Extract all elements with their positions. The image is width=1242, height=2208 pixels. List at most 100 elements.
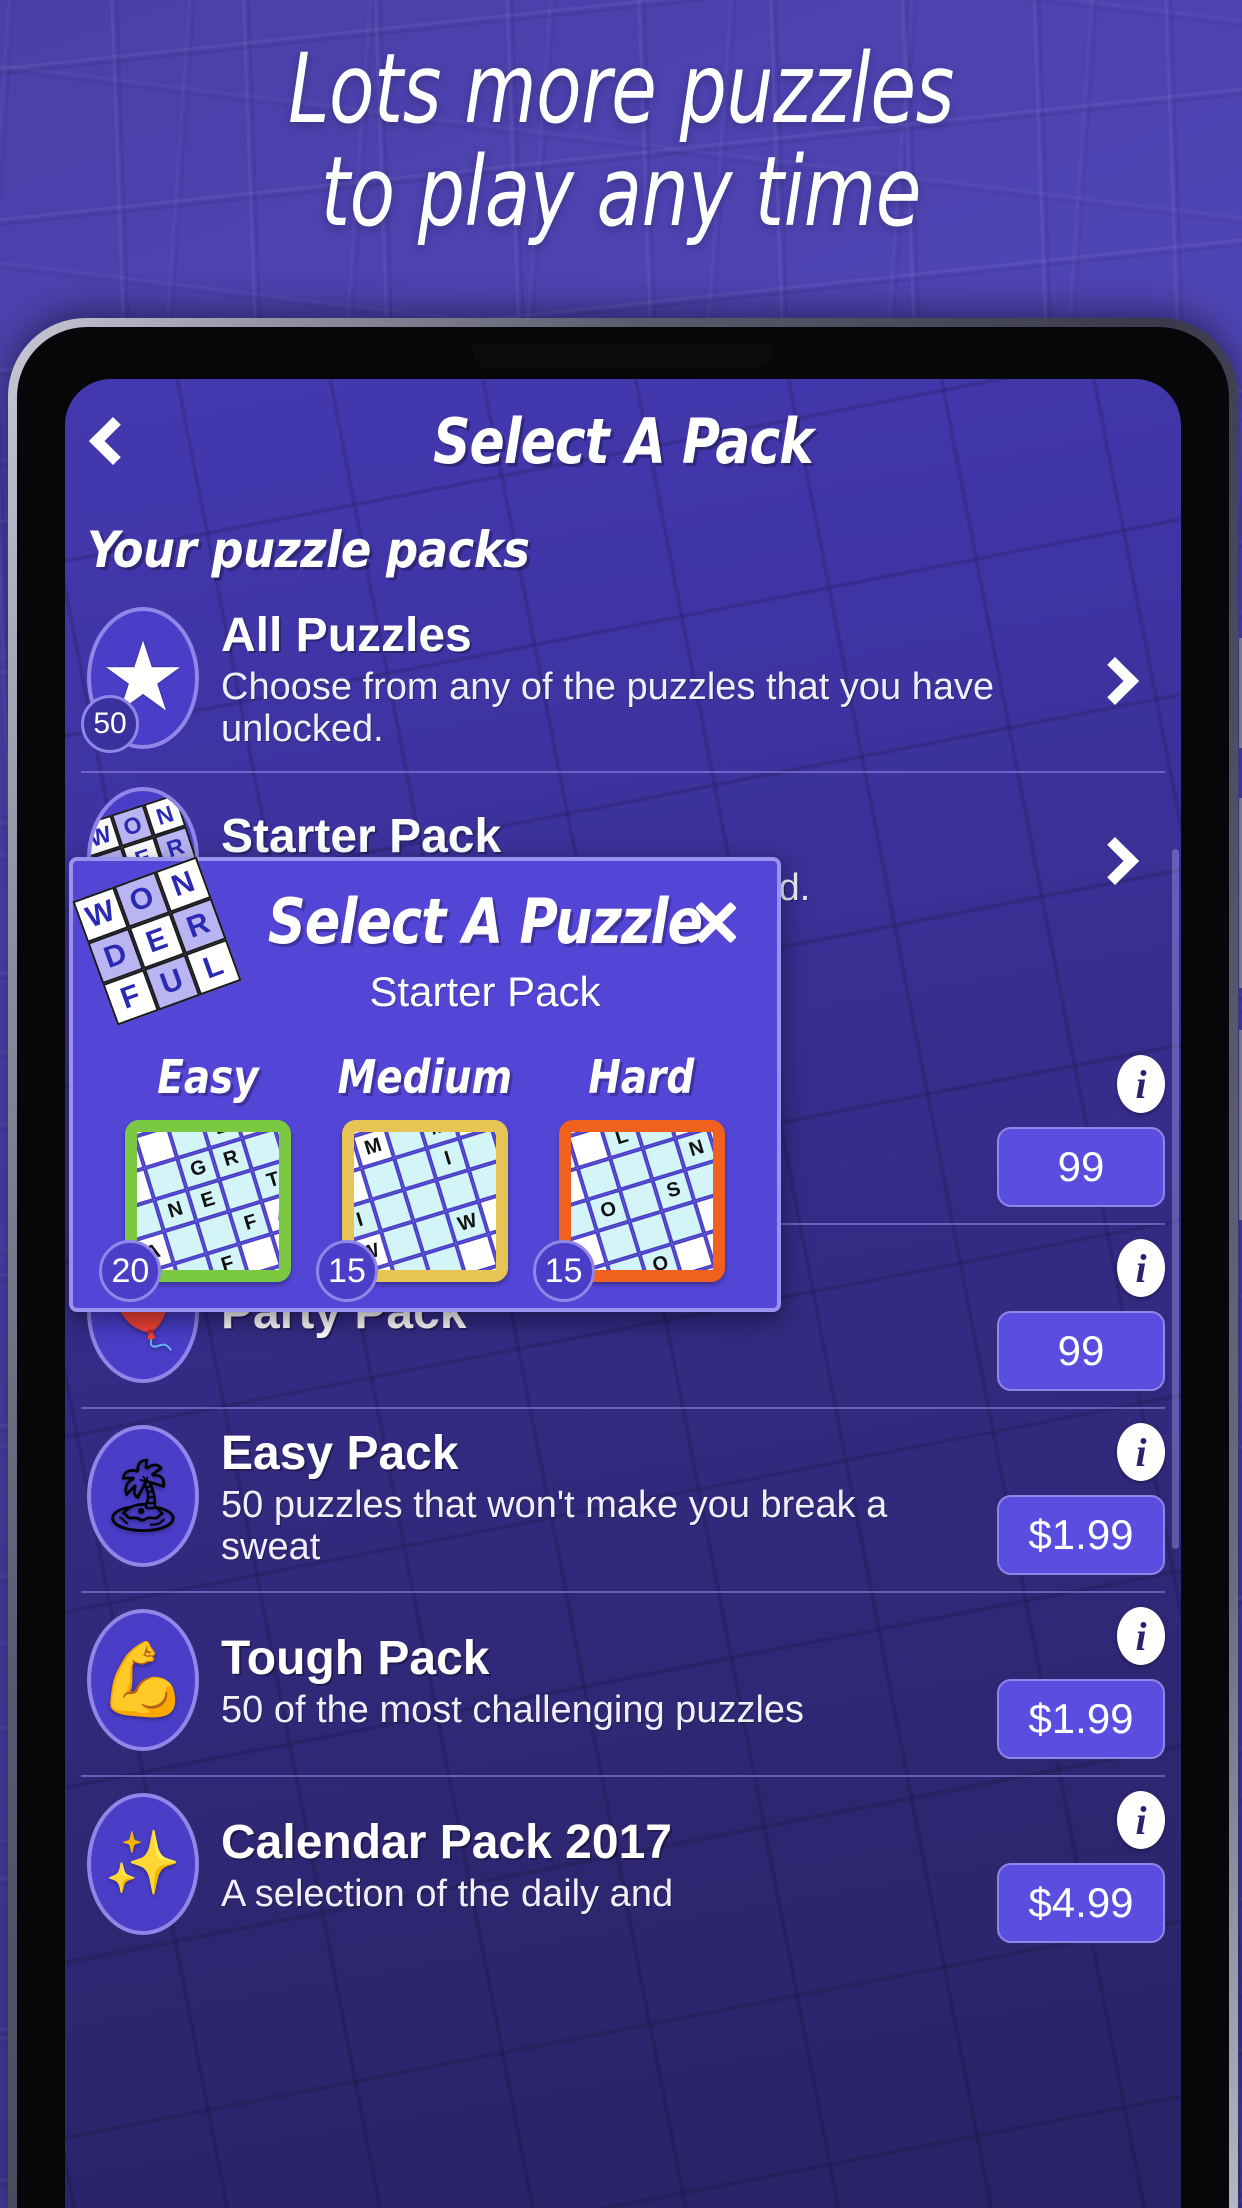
pack-action-col: i 99: [989, 1239, 1165, 1391]
difficulty-label: Easy: [157, 1050, 260, 1104]
promo-headline: Lots more puzzles to play any time: [0, 38, 1242, 243]
pack-icon-wrap: ✨: [81, 1793, 205, 1941]
difficulty-option-easy[interactable]: Easy NEGRNETATAFAAFA 20: [99, 1050, 292, 1302]
drill-sergeant-icon: 💪: [87, 1609, 199, 1751]
dialog-subtitle: Starter Pack: [369, 968, 601, 1015]
difficulty-thumb-wrap: MMIIIWWW 15: [315, 1120, 508, 1302]
puzzle-cell: [699, 1120, 725, 1129]
pack-action-col: i $4.99: [989, 1791, 1165, 1943]
pack-icon-wrap: ★ 50: [81, 607, 205, 755]
info-icon[interactable]: i: [1117, 1055, 1165, 1113]
puzzle-cell: [281, 1255, 291, 1282]
pack-description: 50 of the most challenging puzzles: [221, 1689, 805, 1732]
promo-screenshot: Lots more puzzles to play any time Selec…: [0, 0, 1242, 2208]
pack-row-calendar-pack-2017[interactable]: ✨ Calendar Pack 2017 A selection of the …: [81, 1775, 1165, 1959]
phone-mockup: Select A Pack Your puzzle packs ★ 50 All…: [8, 318, 1242, 2208]
difficulty-count-badge: 20: [99, 1240, 162, 1302]
calendar-art: ✨: [104, 1829, 182, 1898]
pack-row-all-puzzles[interactable]: ★ 50 All Puzzles Choose from any of the …: [81, 593, 1165, 771]
pack-title: Calendar Pack 2017: [221, 1816, 672, 1870]
chevron-right-icon: [1090, 836, 1140, 886]
pack-icon-wrap: 🏝: [81, 1425, 205, 1573]
pack-title: Tough Pack: [221, 1632, 490, 1686]
info-icon[interactable]: i: [1117, 1607, 1165, 1665]
drill-sergeant-art: 💪: [98, 1640, 188, 1720]
pack-chevron-col[interactable]: [1065, 836, 1165, 886]
puzzle-cell: [591, 1120, 633, 1127]
difficulty-label: Medium: [337, 1050, 513, 1104]
info-icon[interactable]: i: [1117, 1791, 1165, 1849]
back-button[interactable]: [65, 379, 161, 503]
difficulty-option-hard[interactable]: Hard NALNNOSTTON 15: [532, 1050, 725, 1302]
puzzle-cell: W: [502, 1150, 508, 1192]
pack-chevron-col[interactable]: [1065, 656, 1165, 706]
puzzle-cell: [216, 1275, 258, 1282]
island-art: 🏝: [97, 1456, 189, 1536]
close-button[interactable]: [679, 885, 753, 959]
pack-description: Choose from any of the puzzles that you …: [221, 665, 995, 751]
info-icon[interactable]: i: [1117, 1239, 1165, 1297]
puzzle-cell: [482, 1120, 508, 1129]
pack-description: 50 puzzles that won't make you break a s…: [221, 1483, 888, 1569]
pack-count-badge: 50: [81, 695, 139, 753]
info-icon[interactable]: i: [1117, 1423, 1165, 1481]
puzzle-cell: A: [285, 1150, 291, 1192]
pack-action-col: i $1.99: [989, 1423, 1165, 1575]
price-button[interactable]: $1.99: [997, 1495, 1165, 1575]
pack-icon-wrap: 💪: [81, 1609, 205, 1757]
puzzle-cell: [498, 1255, 508, 1282]
pack-action-col: i 99: [989, 1055, 1165, 1207]
headline-line-2: to play any time: [320, 135, 922, 248]
price-button[interactable]: $4.99: [997, 1863, 1165, 1943]
difficulty-options: Easy NEGRNETATAFAAFA 20 Medium: [97, 1050, 753, 1302]
pack-action-col: i $1.99: [989, 1607, 1165, 1759]
headline-line-1: Lots more puzzles: [288, 33, 954, 145]
select-a-puzzle-dialog: W O N D E R F U L Select A Puzzle Starte…: [69, 856, 781, 1312]
app-screen: Select A Pack Your puzzle packs ★ 50 All…: [65, 379, 1181, 2208]
pack-text: Calendar Pack 2017 A selection of the da…: [221, 1816, 989, 1916]
puzzle-cell: [158, 1120, 200, 1127]
phone-bezel: Select A Pack Your puzzle packs ★ 50 All…: [17, 327, 1229, 2208]
difficulty-label: Hard: [588, 1050, 695, 1104]
pack-title: Easy Pack: [221, 1427, 459, 1481]
pack-text: Tough Pack 50 of the most challenging pu…: [221, 1632, 989, 1732]
puzzle-cell: [125, 1120, 135, 1147]
pack-title: Starter Pack: [221, 810, 502, 864]
puzzle-cell: [433, 1275, 475, 1282]
dialog-header: W O N D E R F U L Select A Puzzle Starte…: [72, 856, 753, 1026]
section-heading-owned: Your puzzle packs: [87, 521, 530, 579]
difficulty-count-badge: 15: [532, 1240, 595, 1302]
page-title: Select A Pack: [433, 404, 814, 478]
puzzle-cell: [375, 1120, 417, 1127]
pack-text: All Puzzles Choose from any of the puzzl…: [221, 609, 1065, 751]
close-icon: [691, 897, 741, 947]
difficulty-thumb-wrap: NEGRNETATAFAAFA 20: [99, 1120, 292, 1302]
puzzle-cell: [266, 1120, 292, 1129]
app-header: Select A Pack: [65, 379, 1181, 503]
chevron-right-icon: [1090, 656, 1140, 706]
puzzle-cell: [715, 1255, 725, 1282]
pack-row-tough-pack[interactable]: 💪 Tough Pack 50 of the most challenging …: [81, 1591, 1165, 1775]
pack-text: Easy Pack 50 puzzles that won't make you…: [221, 1427, 989, 1569]
phone-notch: [473, 343, 773, 369]
pack-row-easy-pack[interactable]: 🏝 Easy Pack 50 puzzles that won't make y…: [81, 1407, 1165, 1591]
difficulty-thumb-wrap: NALNNOSTTON 15: [532, 1120, 725, 1302]
chevron-left-icon: [88, 416, 138, 466]
pack-description: A selection of the daily and: [221, 1873, 674, 1916]
difficulty-count-badge: 15: [315, 1240, 378, 1302]
wonderful-grid-icon: W O N D E R F U L: [72, 856, 242, 1026]
scrollbar[interactable]: [1172, 849, 1179, 1549]
difficulty-option-medium[interactable]: Medium MMIIIWWW 15: [315, 1050, 518, 1302]
price-button[interactable]: 99: [997, 1311, 1165, 1391]
calendar-2017-icon: ✨: [87, 1793, 199, 1935]
price-button[interactable]: 99: [997, 1127, 1165, 1207]
puzzle-cell: [649, 1275, 691, 1282]
island-icon: 🏝: [87, 1425, 199, 1567]
dialog-title-col: Select A Puzzle Starter Pack: [217, 879, 753, 1016]
puzzle-cell: [718, 1150, 724, 1192]
dialog-title: Select A Puzzle: [267, 885, 703, 958]
price-button[interactable]: $1.99: [997, 1679, 1165, 1759]
puzzle-cell: [559, 1120, 569, 1147]
pack-title: All Puzzles: [221, 609, 472, 663]
puzzle-cell: [342, 1120, 352, 1147]
